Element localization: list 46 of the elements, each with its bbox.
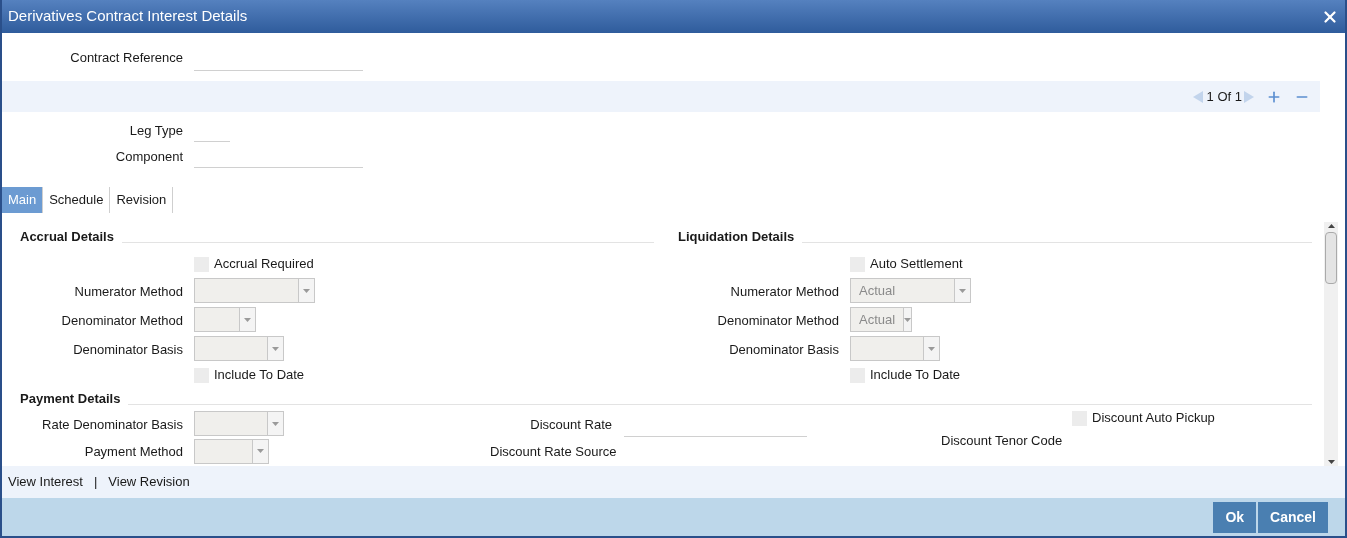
scroll-down-icon[interactable]	[1327, 460, 1335, 464]
view-revision-link[interactable]: View Revision	[108, 472, 190, 492]
field-label: Component	[115, 149, 183, 164]
field-value: Actual	[859, 282, 896, 298]
scroll-up-icon[interactable]	[1327, 224, 1335, 228]
caret-icon	[928, 346, 935, 351]
caret-icon	[303, 288, 310, 293]
previous-icon[interactable]	[1192, 90, 1203, 103]
caret-icon	[904, 317, 912, 322]
field-label: Discount Tenor Code	[941, 432, 1063, 451]
ok-button[interactable]: Ok	[1213, 501, 1257, 533]
field-label: Denominator Basis	[729, 341, 839, 357]
field-value: Actual	[859, 311, 896, 327]
section-title: Accrual Details	[20, 227, 114, 246]
checkbox-label: Auto Settlement	[870, 255, 963, 274]
link-separator: |	[93, 473, 98, 492]
field-label: Denominator Method	[61, 312, 183, 328]
field-label: Denominator Method	[717, 312, 839, 328]
caret-icon	[272, 346, 279, 351]
field-label: Numerator Method	[74, 283, 183, 299]
tab[interactable]: Main	[2, 187, 44, 213]
field-label: Denominator Basis	[73, 341, 183, 357]
checkbox-label: Discount Auto Pickup	[1092, 409, 1215, 428]
cancel-button[interactable]: Cancel	[1258, 501, 1328, 533]
checkbox-label: Accrual Required	[214, 255, 314, 274]
section-title: Liquidation Details	[678, 227, 795, 246]
field-label: Leg Type	[129, 123, 183, 138]
field-label: Discount Rate Source	[490, 444, 617, 459]
caret-icon	[959, 288, 966, 293]
caret-icon	[272, 421, 279, 426]
field-label: Contract Reference	[70, 50, 183, 65]
window-title: Derivatives Contract Interest Details	[8, 6, 248, 27]
pager-text: 1 Of 1	[1206, 87, 1242, 106]
checkbox-label: Include To Date	[870, 366, 961, 385]
scrollbar-thumb[interactable]	[1325, 232, 1337, 284]
caret-icon	[244, 317, 251, 322]
next-icon[interactable]	[1244, 90, 1254, 103]
field-label: Payment Method	[84, 444, 183, 459]
section-title: Payment Details	[20, 389, 121, 408]
field-label: Rate Denominator Basis	[42, 416, 183, 432]
scrollbar[interactable]	[1324, 222, 1338, 466]
field-label: Discount Rate	[530, 416, 612, 432]
checkbox-label: Include To Date	[214, 366, 305, 385]
field-label: Numerator Method	[730, 283, 839, 299]
view-interest-link[interactable]: View Interest	[8, 472, 83, 492]
caret-icon	[257, 449, 264, 453]
